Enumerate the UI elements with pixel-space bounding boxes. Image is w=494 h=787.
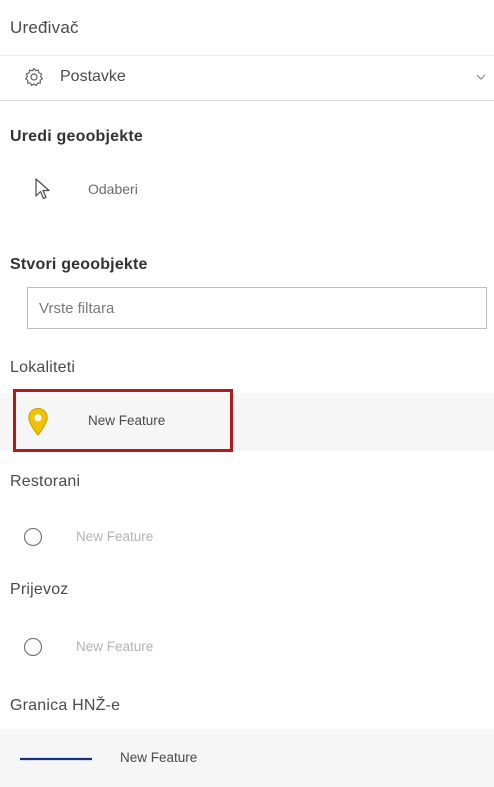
template-label: New Feature: [76, 639, 154, 654]
template-label: New Feature: [76, 529, 154, 544]
settings-label: Postavke: [60, 68, 126, 85]
layer-title-prijevoz: Prijevoz: [10, 581, 69, 598]
select-tool-label: Odaberi: [88, 181, 138, 197]
layer-title-restorani: Restorani: [10, 473, 81, 490]
editor-panel: Uređivač Postavke Uredi geoobjekte Odabe…: [0, 0, 494, 787]
chevron-down-icon: [476, 74, 486, 80]
layer-title-granica: Granica HNŽ-e: [10, 697, 121, 714]
select-tool-button[interactable]: Odaberi: [20, 165, 220, 211]
panel-title: Uređivač: [10, 18, 79, 37]
template-label: New Feature: [120, 750, 198, 765]
template-prijevoz-new-feature[interactable]: New Feature: [0, 617, 494, 675]
settings-dropdown[interactable]: Postavke: [0, 55, 494, 101]
create-section-title: Stvori geoobjekte: [10, 256, 148, 273]
circle-icon: [23, 637, 43, 657]
circle-icon: [23, 527, 43, 547]
layer-title-lokaliteti: Lokaliteti: [10, 359, 76, 376]
gear-icon: [24, 67, 44, 87]
line-icon: [20, 757, 92, 761]
template-granica-new-feature[interactable]: New Feature: [0, 729, 494, 787]
filter-types-input[interactable]: [27, 287, 487, 329]
edit-section-title: Uredi geoobjekte: [10, 128, 144, 145]
highlight-box: [13, 389, 233, 452]
cursor-arrow-icon: [35, 178, 50, 200]
template-restorani-new-feature[interactable]: New Feature: [0, 507, 494, 565]
